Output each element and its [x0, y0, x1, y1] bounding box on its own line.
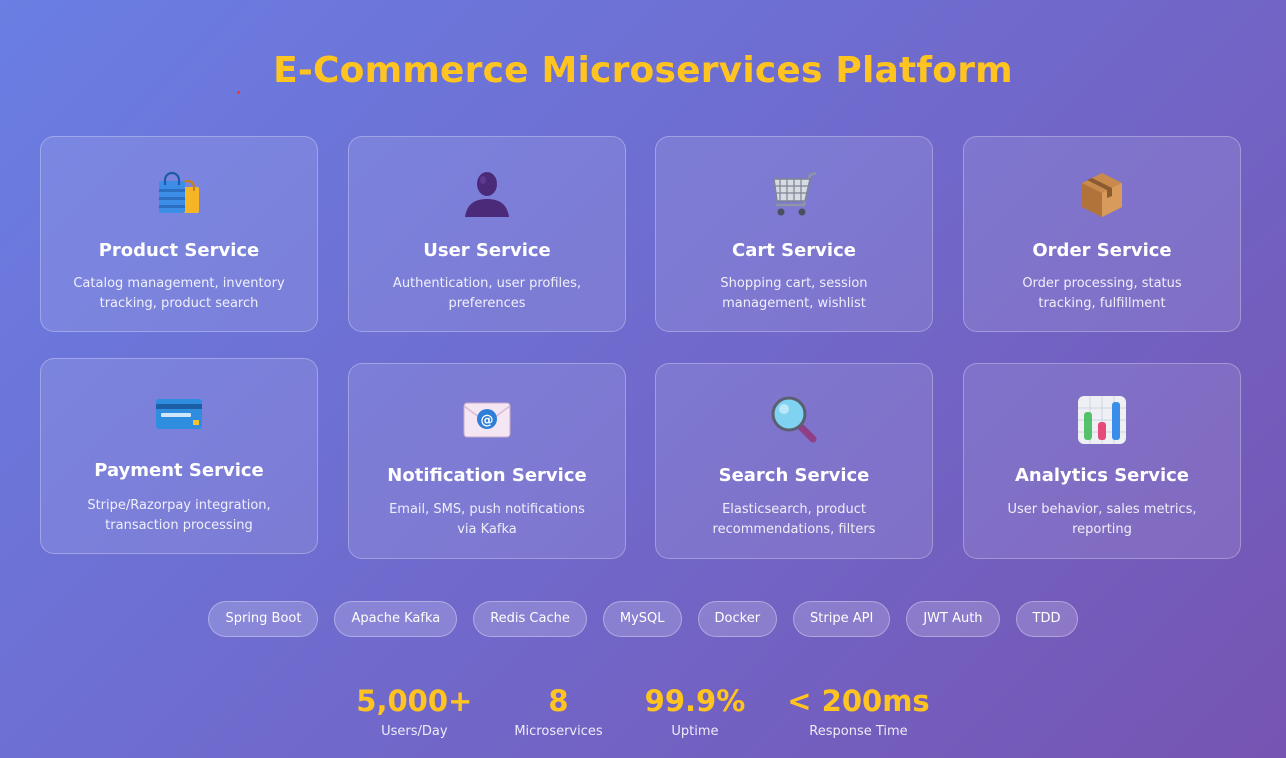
tech-tag[interactable]: Redis Cache — [473, 601, 587, 637]
page-title: E-Commerce Microservices Platform — [273, 50, 1013, 91]
stat-value: 5,000+ — [356, 684, 473, 718]
service-card-cart[interactable]: Cart Service Shopping cart, session mana… — [655, 136, 933, 332]
stat-value: 8 — [548, 684, 569, 718]
stat-value: 99.9% — [644, 684, 746, 718]
stat-users-per-day: 5,000+ Users/Day — [356, 684, 472, 739]
marker-dot — [237, 91, 240, 94]
stat-uptime: 99.9% Uptime — [645, 684, 746, 739]
service-card-order[interactable]: Order Service Order processing, status t… — [963, 136, 1241, 332]
service-name: Order Service — [1032, 240, 1172, 261]
svg-text:@: @ — [481, 413, 494, 428]
stat-label: Microservices — [514, 724, 603, 739]
service-card-notification[interactable]: @ Notification Service Email, SMS, push … — [348, 363, 626, 559]
service-name: Product Service — [98, 240, 260, 261]
service-name: Search Service — [718, 465, 870, 486]
user-silhouette-icon — [349, 169, 625, 221]
stat-label: Uptime — [671, 724, 719, 739]
service-description: Catalog management, inventory tracking, … — [73, 276, 285, 311]
service-name: Analytics Service — [1014, 465, 1190, 486]
tech-tag[interactable]: Apache Kafka — [334, 601, 458, 637]
tech-tag[interactable]: Stripe API — [793, 601, 891, 637]
email-icon: @ — [349, 394, 625, 446]
service-description: Stripe/Razorpay integration, transaction… — [87, 498, 271, 533]
service-name: Notification Service — [387, 465, 587, 486]
credit-card-icon — [41, 389, 317, 441]
service-card-payment[interactable]: Payment Service Stripe/Razorpay integrat… — [40, 358, 318, 554]
service-name: User Service — [423, 240, 551, 261]
service-card-analytics[interactable]: Analytics Service User behavior, sales m… — [963, 363, 1241, 559]
stat-label: Response Time — [809, 724, 908, 739]
tech-stack-tags: Spring Boot Apache Kafka Redis Cache MyS… — [0, 601, 1286, 637]
service-name: Payment Service — [94, 460, 264, 481]
service-description: Shopping cart, session management, wishl… — [720, 276, 868, 311]
service-card-product[interactable]: Product Service Catalog management, inve… — [40, 136, 318, 332]
stat-response-time: < 200ms Response Time — [787, 684, 929, 739]
service-description: Authentication, user profiles, preferenc… — [392, 276, 582, 311]
service-description: Email, SMS, push notifications via Kafka — [389, 502, 585, 537]
tech-tag[interactable]: MySQL — [602, 601, 682, 637]
tech-tag[interactable]: Spring Boot — [208, 601, 319, 637]
bar-chart-icon — [964, 394, 1240, 446]
service-description: User behavior, sales metrics, reporting — [1007, 502, 1197, 537]
stat-label: Users/Day — [381, 724, 448, 739]
magnifying-glass-icon — [656, 394, 932, 446]
stat-microservices: 8 Microservices — [514, 684, 602, 739]
tech-tag[interactable]: JWT Auth — [906, 601, 1000, 637]
stats-row: 5,000+ Users/Day 8 Microservices 99.9% U… — [0, 684, 1286, 739]
shopping-cart-icon — [656, 169, 932, 221]
shopping-bags-icon — [41, 169, 317, 221]
service-card-search[interactable]: Search Service Elasticsearch, product re… — [655, 363, 933, 559]
tech-tag[interactable]: TDD — [1015, 601, 1078, 637]
service-card-user[interactable]: User Service Authentication, user profil… — [348, 136, 626, 332]
stat-value: < 200ms — [787, 684, 930, 718]
package-icon — [964, 169, 1240, 221]
service-name: Cart Service — [732, 240, 856, 261]
service-description: Order processing, status tracking, fulfi… — [1022, 276, 1182, 311]
tech-tag[interactable]: Docker — [697, 601, 778, 637]
service-description: Elasticsearch, product recommendations, … — [712, 502, 876, 537]
